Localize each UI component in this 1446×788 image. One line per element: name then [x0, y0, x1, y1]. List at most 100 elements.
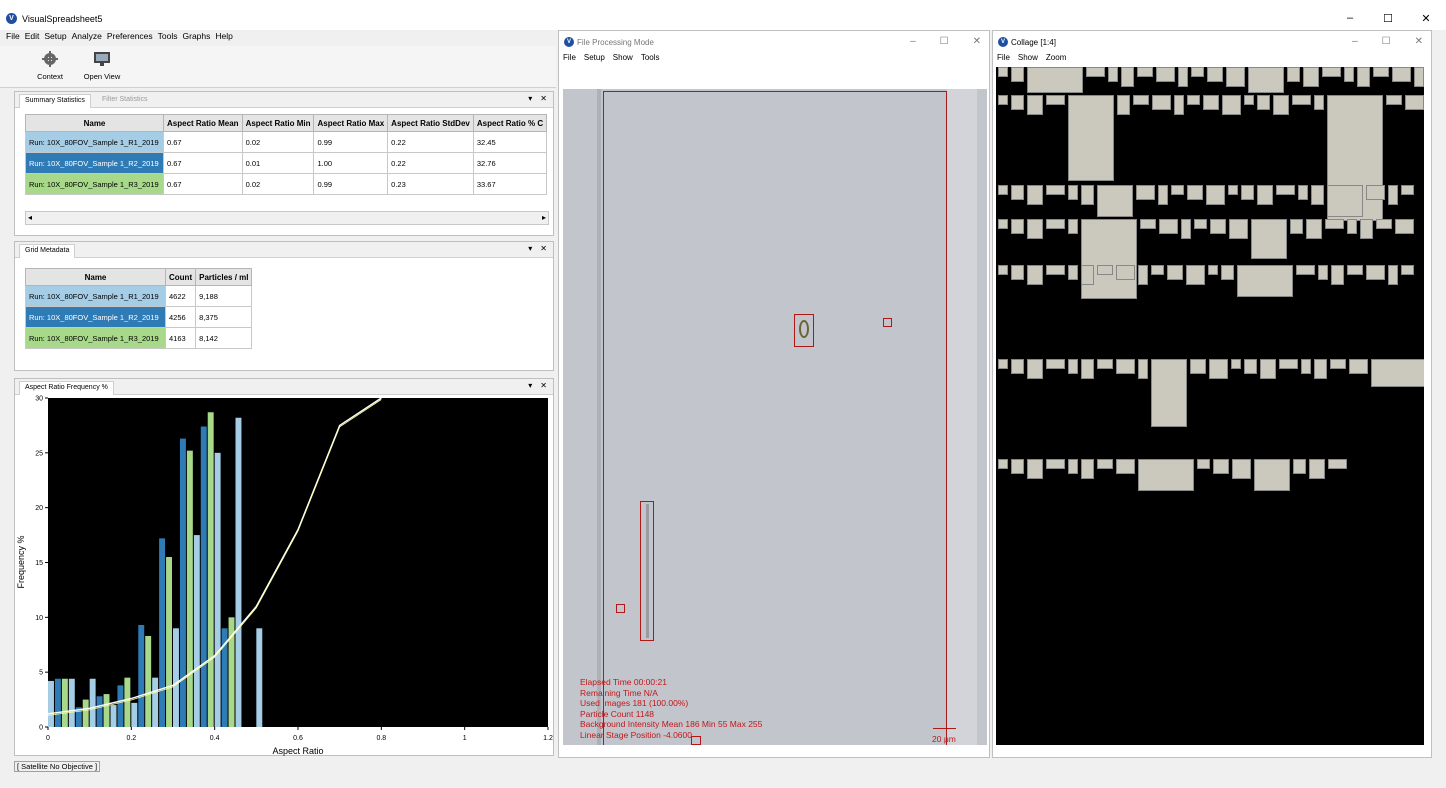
- particle-thumbnail[interactable]: [1081, 219, 1137, 299]
- close-icon[interactable]: ✕: [973, 36, 981, 47]
- particle-thumbnail[interactable]: [1226, 67, 1245, 87]
- particle-thumbnail[interactable]: [1068, 95, 1114, 181]
- column-header[interactable]: Name: [25, 114, 164, 132]
- column-header[interactable]: Particles / ml: [195, 268, 253, 286]
- particle-thumbnail[interactable]: [1011, 219, 1024, 234]
- particle-thumbnail[interactable]: [1228, 185, 1238, 195]
- particle-thumbnail[interactable]: [1213, 459, 1229, 474]
- horizontal-scrollbar[interactable]: ◂ ▸: [25, 211, 549, 225]
- particle-thumbnail[interactable]: [1325, 219, 1344, 229]
- column-header[interactable]: Aspect Ratio Max: [313, 114, 389, 132]
- tab-aspect-ratio-frequency[interactable]: Aspect Ratio Frequency %: [19, 381, 114, 395]
- particle-thumbnail[interactable]: [1171, 185, 1184, 195]
- menu-tools[interactable]: Tools: [641, 53, 660, 62]
- menu-setup[interactable]: Setup: [584, 53, 605, 62]
- particle-thumbnail[interactable]: [1138, 459, 1194, 491]
- particle-thumbnail[interactable]: [1159, 219, 1178, 234]
- minimize-icon[interactable]: –: [910, 36, 916, 47]
- particle-thumbnail[interactable]: [1097, 359, 1113, 369]
- particle-thumbnail[interactable]: [1068, 265, 1078, 280]
- particle-thumbnail[interactable]: [1232, 459, 1251, 479]
- particle-thumbnail[interactable]: [1027, 219, 1043, 239]
- particle-thumbnail[interactable]: [1251, 219, 1287, 259]
- close-icon[interactable]: ✕: [540, 94, 547, 103]
- particle-thumbnail[interactable]: [1027, 359, 1043, 379]
- particle-thumbnail[interactable]: [1081, 265, 1094, 285]
- particle-thumbnail[interactable]: [1133, 95, 1149, 105]
- particle-thumbnail[interactable]: [1210, 219, 1226, 234]
- particle-thumbnail[interactable]: [1081, 185, 1094, 205]
- menu-file[interactable]: File: [563, 53, 576, 62]
- close-icon[interactable]: ✕: [1415, 36, 1423, 47]
- particle-thumbnail[interactable]: [1138, 359, 1148, 379]
- particle-thumbnail[interactable]: [1401, 185, 1414, 195]
- particle-thumbnail[interactable]: [1207, 67, 1223, 82]
- particle-thumbnail[interactable]: [1279, 359, 1298, 369]
- particle-thumbnail[interactable]: [1046, 95, 1065, 105]
- particle-thumbnail[interactable]: [1158, 185, 1168, 205]
- menu-setup[interactable]: Setup: [44, 31, 66, 45]
- menu-zoom[interactable]: Zoom: [1046, 53, 1066, 62]
- particle-thumbnail[interactable]: [1331, 265, 1344, 285]
- particle-thumbnail[interactable]: [1116, 265, 1135, 280]
- particle-thumbnail[interactable]: [1287, 67, 1300, 82]
- particle-thumbnail[interactable]: [998, 67, 1008, 77]
- particle-thumbnail[interactable]: [1011, 265, 1024, 280]
- particle-thumbnail[interactable]: [1388, 185, 1398, 205]
- particle-thumbnail[interactable]: [1137, 67, 1153, 77]
- particle-thumbnail[interactable]: [1292, 95, 1311, 105]
- particle-thumbnail[interactable]: [1046, 185, 1065, 195]
- particle-thumbnail[interactable]: [1318, 265, 1328, 280]
- particle-thumbnail[interactable]: [1167, 265, 1183, 280]
- particle-thumbnail[interactable]: [998, 359, 1008, 369]
- particle-thumbnail[interactable]: [1151, 359, 1187, 427]
- chevron-down-icon[interactable]: ▾: [528, 381, 532, 390]
- particle-thumbnail[interactable]: [1257, 95, 1270, 110]
- particle-thumbnail[interactable]: [1011, 95, 1024, 110]
- particle-thumbnail[interactable]: [1222, 95, 1241, 115]
- close-icon[interactable]: ✕: [540, 381, 547, 390]
- particle-thumbnail[interactable]: [1296, 265, 1315, 275]
- maximize-icon[interactable]: ☐: [1382, 12, 1394, 25]
- particle-thumbnail[interactable]: [1276, 185, 1295, 195]
- particle-thumbnail[interactable]: [1405, 95, 1424, 110]
- particle-thumbnail[interactable]: [1181, 219, 1191, 239]
- maximize-icon[interactable]: ☐: [1382, 36, 1391, 47]
- particle-thumbnail[interactable]: [1156, 67, 1175, 82]
- particle-thumbnail[interactable]: [1293, 459, 1306, 474]
- table-row[interactable]: Run: 10X_80FOV_Sample 1_R3_2019 0.67 0.0…: [25, 173, 548, 195]
- particle-thumbnail[interactable]: [1178, 67, 1188, 87]
- maximize-icon[interactable]: ☐: [940, 36, 949, 47]
- particle-thumbnail[interactable]: [1027, 265, 1043, 285]
- particle-thumbnail[interactable]: [998, 265, 1008, 275]
- minimize-icon[interactable]: –: [1344, 12, 1356, 25]
- column-header[interactable]: Count: [164, 268, 197, 286]
- particle-thumbnail[interactable]: [1151, 265, 1164, 275]
- particle-thumbnail[interactable]: [1388, 265, 1398, 285]
- particle-thumbnail[interactable]: [1254, 459, 1290, 491]
- particle-thumbnail[interactable]: [1241, 185, 1254, 200]
- particle-thumbnail[interactable]: [998, 185, 1008, 195]
- column-header[interactable]: Name: [25, 268, 166, 286]
- particle-thumbnail[interactable]: [1152, 95, 1171, 110]
- particle-thumbnail[interactable]: [1414, 67, 1424, 87]
- particle-thumbnail[interactable]: [1298, 185, 1308, 200]
- particle-thumbnail[interactable]: [1306, 219, 1322, 239]
- particle-thumbnail[interactable]: [1191, 67, 1204, 77]
- particle-thumbnail[interactable]: [1081, 459, 1094, 479]
- column-header[interactable]: Aspect Ratio Min: [241, 114, 315, 132]
- particle-thumbnail[interactable]: [1136, 185, 1155, 200]
- menu-preferences[interactable]: Preferences: [107, 31, 153, 45]
- particle-thumbnail[interactable]: [1248, 67, 1284, 93]
- column-header[interactable]: Aspect Ratio StdDev: [387, 114, 474, 132]
- particle-thumbnail[interactable]: [1197, 459, 1210, 469]
- particle-thumbnail[interactable]: [1366, 265, 1385, 280]
- particle-thumbnail[interactable]: [1231, 359, 1241, 369]
- particle-thumbnail[interactable]: [1174, 95, 1184, 115]
- particle-thumbnail[interactable]: [1121, 67, 1134, 87]
- particle-thumbnail[interactable]: [1303, 67, 1319, 87]
- close-icon[interactable]: ✕: [540, 244, 547, 253]
- particle-thumbnail[interactable]: [1068, 459, 1078, 474]
- particle-thumbnail[interactable]: [1229, 219, 1248, 239]
- particle-thumbnail[interactable]: [1208, 265, 1218, 275]
